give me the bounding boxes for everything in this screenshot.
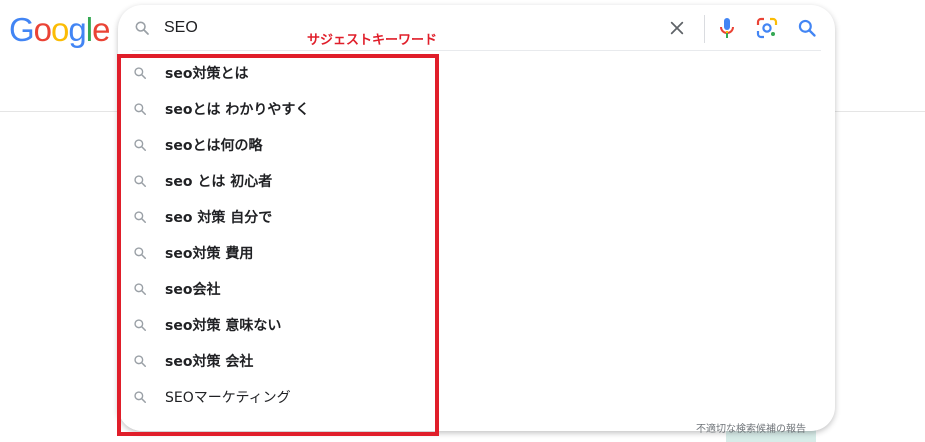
logo-letter-o2: o	[51, 11, 69, 48]
logo-letter-g: G	[9, 11, 35, 48]
logo-letter-g2: g	[68, 11, 86, 48]
search-submit-icon[interactable]	[797, 18, 817, 38]
clear-icon[interactable]	[669, 20, 685, 36]
search-divider	[132, 50, 821, 51]
search-bar	[118, 5, 835, 51]
logo-letter-o1: o	[33, 11, 52, 48]
report-suggestions-link[interactable]: 不適切な検索候補の報告	[696, 420, 806, 435]
search-icon	[135, 21, 149, 35]
search-bar-separator	[704, 15, 705, 43]
microphone-icon[interactable]	[717, 17, 737, 39]
page: G o o g l e SEO 不適切な検索候補の報告 seo対策とは seoと…	[0, 0, 925, 442]
logo-letter-e: e	[92, 11, 110, 48]
annotation-label: サジェストキーワード	[307, 33, 438, 48]
annotation-highlight-box	[117, 54, 439, 436]
lens-icon[interactable]	[756, 17, 778, 39]
google-logo[interactable]: G o o g l e	[9, 10, 110, 50]
